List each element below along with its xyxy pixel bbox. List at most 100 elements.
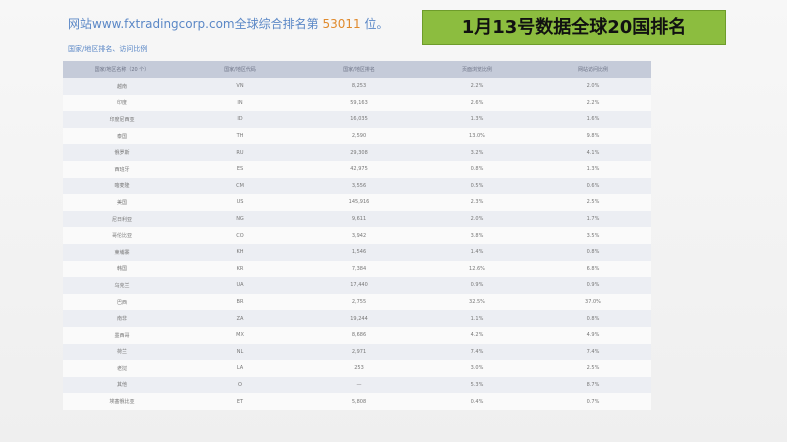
- table-cell: 37.0%: [535, 293, 651, 311]
- table-row: 荷兰 NL 2,971 7.4% 7.4%: [63, 343, 651, 361]
- table-row: 南非 ZA 19,244 1.1% 0.8%: [63, 310, 651, 327]
- table-cell: 3.2%: [419, 144, 535, 161]
- table-cell: 南非: [63, 310, 181, 327]
- table-cell: 1.3%: [535, 160, 651, 178]
- country-ranking-table: 国家/地区名称（20 个） 国家/地区代码 国家/地区排名 页面浏览比例 网站访问比例 …: [63, 61, 651, 410]
- table-cell: 2.5%: [535, 360, 651, 377]
- table-cell: 巴西: [63, 293, 181, 311]
- table-cell: NG: [181, 210, 299, 228]
- table-cell: 泰国: [63, 127, 181, 145]
- table-cell: 西班牙: [63, 160, 181, 178]
- table-cell: 1.7%: [535, 210, 651, 228]
- site-rank-line: 网站www.fxtradingcorp.com全球综合排名第 53011 位。: [68, 15, 388, 32]
- table-row: 哥伦比亚 CO 3,942 3.8% 3.5%: [63, 227, 651, 244]
- table-cell: 12.6%: [419, 260, 535, 278]
- table-row: 埃塞俄比亚 ET 5,808 0.4% 0.7%: [63, 393, 651, 410]
- table-cell: ZA: [181, 310, 299, 327]
- slide: 网站www.fxtradingcorp.com全球综合排名第 53011 位。 …: [0, 0, 787, 442]
- table-cell: NL: [181, 343, 299, 361]
- table-cell: 4.1%: [535, 144, 651, 161]
- table-cell: 3.0%: [419, 360, 535, 377]
- table-cell: O: [181, 376, 299, 394]
- table-cell: KH: [181, 243, 299, 261]
- table-row: 喀麦隆 CM 3,556 0.5% 0.6%: [63, 177, 651, 195]
- table-cell: 喀麦隆: [63, 177, 181, 195]
- table-cell: 5,808: [299, 393, 419, 410]
- table-cell: CM: [181, 177, 299, 195]
- table-cell: 2.6%: [419, 94, 535, 112]
- table-row: 印度尼西亚 ID 16,035 1.3% 1.6%: [63, 111, 651, 128]
- table-cell: 0.9%: [535, 277, 651, 294]
- column-header: 国家/地区代码: [181, 61, 299, 78]
- column-header: 国家/地区名称（20 个）: [63, 61, 181, 78]
- table-cell: 哥伦比亚: [63, 227, 181, 244]
- table-subtitle: 国家/地区排名、访问比例: [68, 45, 148, 53]
- table-row: 乌克兰 UA 17,440 0.9% 0.9%: [63, 277, 651, 294]
- column-header: 国家/地区排名: [299, 61, 419, 78]
- table-cell: 6.8%: [535, 260, 651, 278]
- table-cell: 0.7%: [535, 393, 651, 410]
- table-cell: 0.9%: [419, 277, 535, 294]
- table-cell: MX: [181, 326, 299, 344]
- table-row: 泰国 TH 2,590 13.0% 9.8%: [63, 127, 651, 145]
- table-cell: 2.2%: [535, 94, 651, 112]
- table-cell: 1.3%: [419, 111, 535, 128]
- table-cell: 17,440: [299, 277, 419, 294]
- table-cell: 19,244: [299, 310, 419, 327]
- table-cell: 2.0%: [535, 78, 651, 95]
- table-cell: RU: [181, 144, 299, 161]
- table-cell: 2.2%: [419, 78, 535, 95]
- table-cell: 29,308: [299, 144, 419, 161]
- table-cell: 4.2%: [419, 326, 535, 344]
- table-cell: 0.8%: [535, 243, 651, 261]
- table-cell: 埃塞俄比亚: [63, 393, 181, 410]
- table-cell: 13.0%: [419, 127, 535, 145]
- table-cell: 7.4%: [419, 343, 535, 361]
- table-cell: TH: [181, 127, 299, 145]
- table-cell: 7,384: [299, 260, 419, 278]
- table-cell: 42,975: [299, 160, 419, 178]
- header-suffix: 位。: [364, 17, 389, 31]
- table-row: 印度 IN 59,163 2.6% 2.2%: [63, 94, 651, 112]
- column-header: 网站访问比例: [535, 61, 651, 78]
- table-cell: 其他: [63, 376, 181, 394]
- table-cell: ID: [181, 111, 299, 128]
- table-cell: 柬埔寨: [63, 243, 181, 261]
- table-cell: 1,546: [299, 243, 419, 261]
- table-cell: 3.5%: [535, 227, 651, 244]
- table-cell: 59,163: [299, 94, 419, 112]
- table-cell: 1.4%: [419, 243, 535, 261]
- table-row: 其他 O —5.3% 8.7%: [63, 376, 651, 394]
- table-cell: IN: [181, 94, 299, 112]
- table-cell: 俄罗斯: [63, 144, 181, 161]
- table-cell: 0.8%: [419, 160, 535, 178]
- table-cell: VN: [181, 78, 299, 95]
- global-rank: 53011: [322, 17, 361, 31]
- table-cell: LA: [181, 360, 299, 377]
- table-cell: 乌克兰: [63, 277, 181, 294]
- table-cell: 0.6%: [535, 177, 651, 195]
- table-cell: 2,755: [299, 293, 419, 311]
- table-cell: 3,942: [299, 227, 419, 244]
- table-cell: 韩国: [63, 260, 181, 278]
- table-row: 老挝 LA 253 3.0% 2.5%: [63, 360, 651, 377]
- table-cell: 越南: [63, 78, 181, 95]
- table-cell: 16,035: [299, 111, 419, 128]
- table-cell: 0.8%: [535, 310, 651, 327]
- table-cell: 3.8%: [419, 227, 535, 244]
- column-header: 页面浏览比例: [419, 61, 535, 78]
- table-cell: 墨西哥: [63, 326, 181, 344]
- table-cell: 8.7%: [535, 376, 651, 394]
- table-header-row: 国家/地区名称（20 个） 国家/地区代码 国家/地区排名 页面浏览比例 网站访问比例: [63, 61, 651, 78]
- table-cell: ET: [181, 393, 299, 410]
- table-cell: 9.8%: [535, 127, 651, 145]
- table-row: 柬埔寨 KH 1,546 1.4% 0.8%: [63, 243, 651, 261]
- table-cell: 老挝: [63, 360, 181, 377]
- table-cell: 253: [299, 360, 419, 377]
- table-row: 尼日利亚 NG 9,611 2.0% 1.7%: [63, 210, 651, 228]
- table-cell: 0.4%: [419, 393, 535, 410]
- table-cell: 8,686: [299, 326, 419, 344]
- table-row: 巴西 BR 2,755 32.5% 37.0%: [63, 293, 651, 311]
- table-row: 俄罗斯 RU 29,308 3.2% 4.1%: [63, 144, 651, 161]
- table-cell: 1.1%: [419, 310, 535, 327]
